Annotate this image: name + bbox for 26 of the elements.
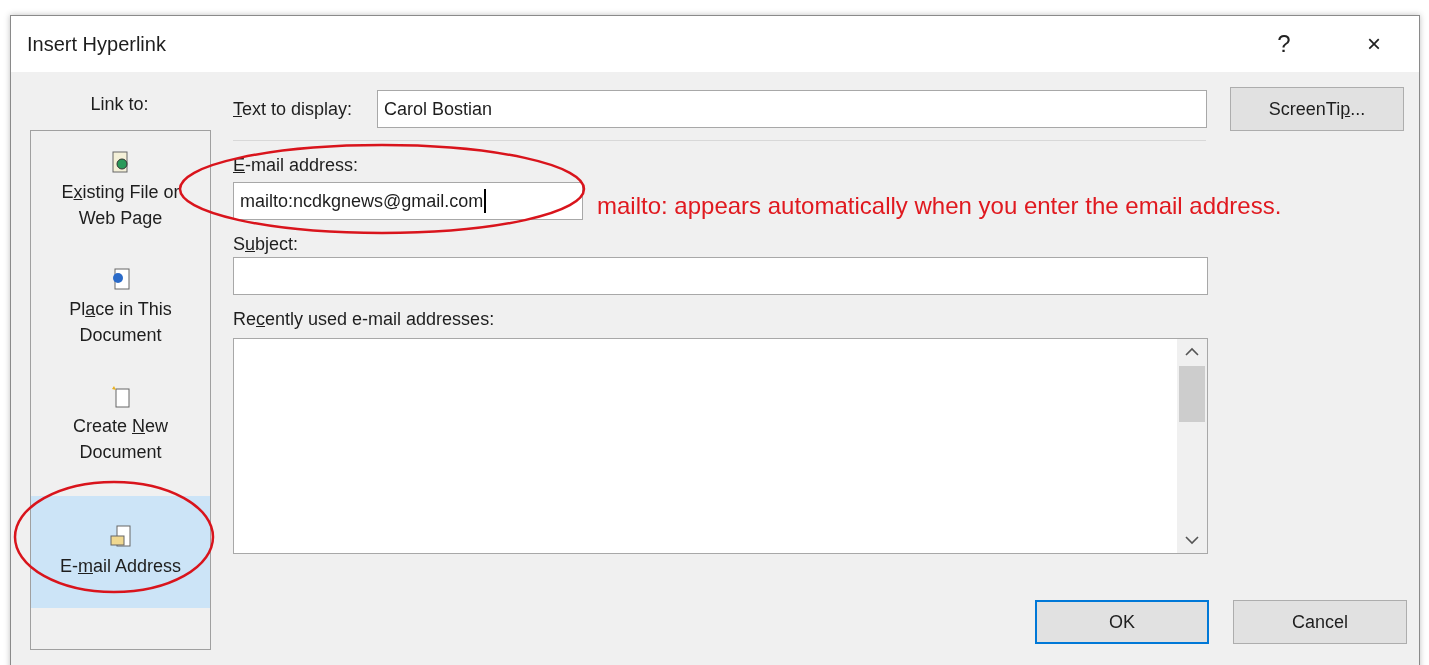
window-title: Insert Hyperlink	[27, 32, 167, 56]
scroll-thumb[interactable]	[1179, 366, 1205, 422]
close-button[interactable]: ×	[1329, 16, 1419, 72]
cancel-button[interactable]: Cancel	[1233, 600, 1407, 644]
link-type-item[interactable]: Create New Document	[31, 381, 210, 498]
scroll-up-icon[interactable]	[1185, 347, 1199, 356]
link-type-item[interactable]: Existing File or Web Page	[31, 147, 210, 264]
subject-label: Subject:	[233, 234, 300, 255]
link-type-item[interactable]: Place in This Document	[31, 264, 210, 381]
document-globe-icon	[110, 151, 131, 175]
ok-button[interactable]: OK	[1035, 600, 1209, 644]
envelope-document-icon	[109, 525, 132, 549]
screentip-button[interactable]: ScreenTip...	[1230, 87, 1404, 131]
link-to-label: Link to:	[89, 94, 150, 116]
text-to-display-label: Text to display:	[233, 98, 354, 120]
subject-field[interactable]	[233, 257, 1208, 295]
new-document-icon	[109, 385, 132, 409]
annotation-note: mailto: appears automatically when you enter the email address.	[597, 192, 1282, 220]
document-globe-icon	[110, 268, 131, 292]
email-address-field[interactable]: mailto:ncdkgnews@gmail.com	[233, 182, 583, 220]
scrollbar[interactable]	[1177, 339, 1207, 553]
scroll-down-icon[interactable]	[1185, 536, 1199, 545]
link-type-item[interactable]: E-mail Address	[31, 496, 210, 608]
help-button[interactable]: ?	[1239, 16, 1329, 72]
text-to-display-field[interactable]: Carol Bostian	[377, 90, 1207, 128]
recent-addresses-label: Recently used e-mail addresses:	[233, 309, 496, 330]
